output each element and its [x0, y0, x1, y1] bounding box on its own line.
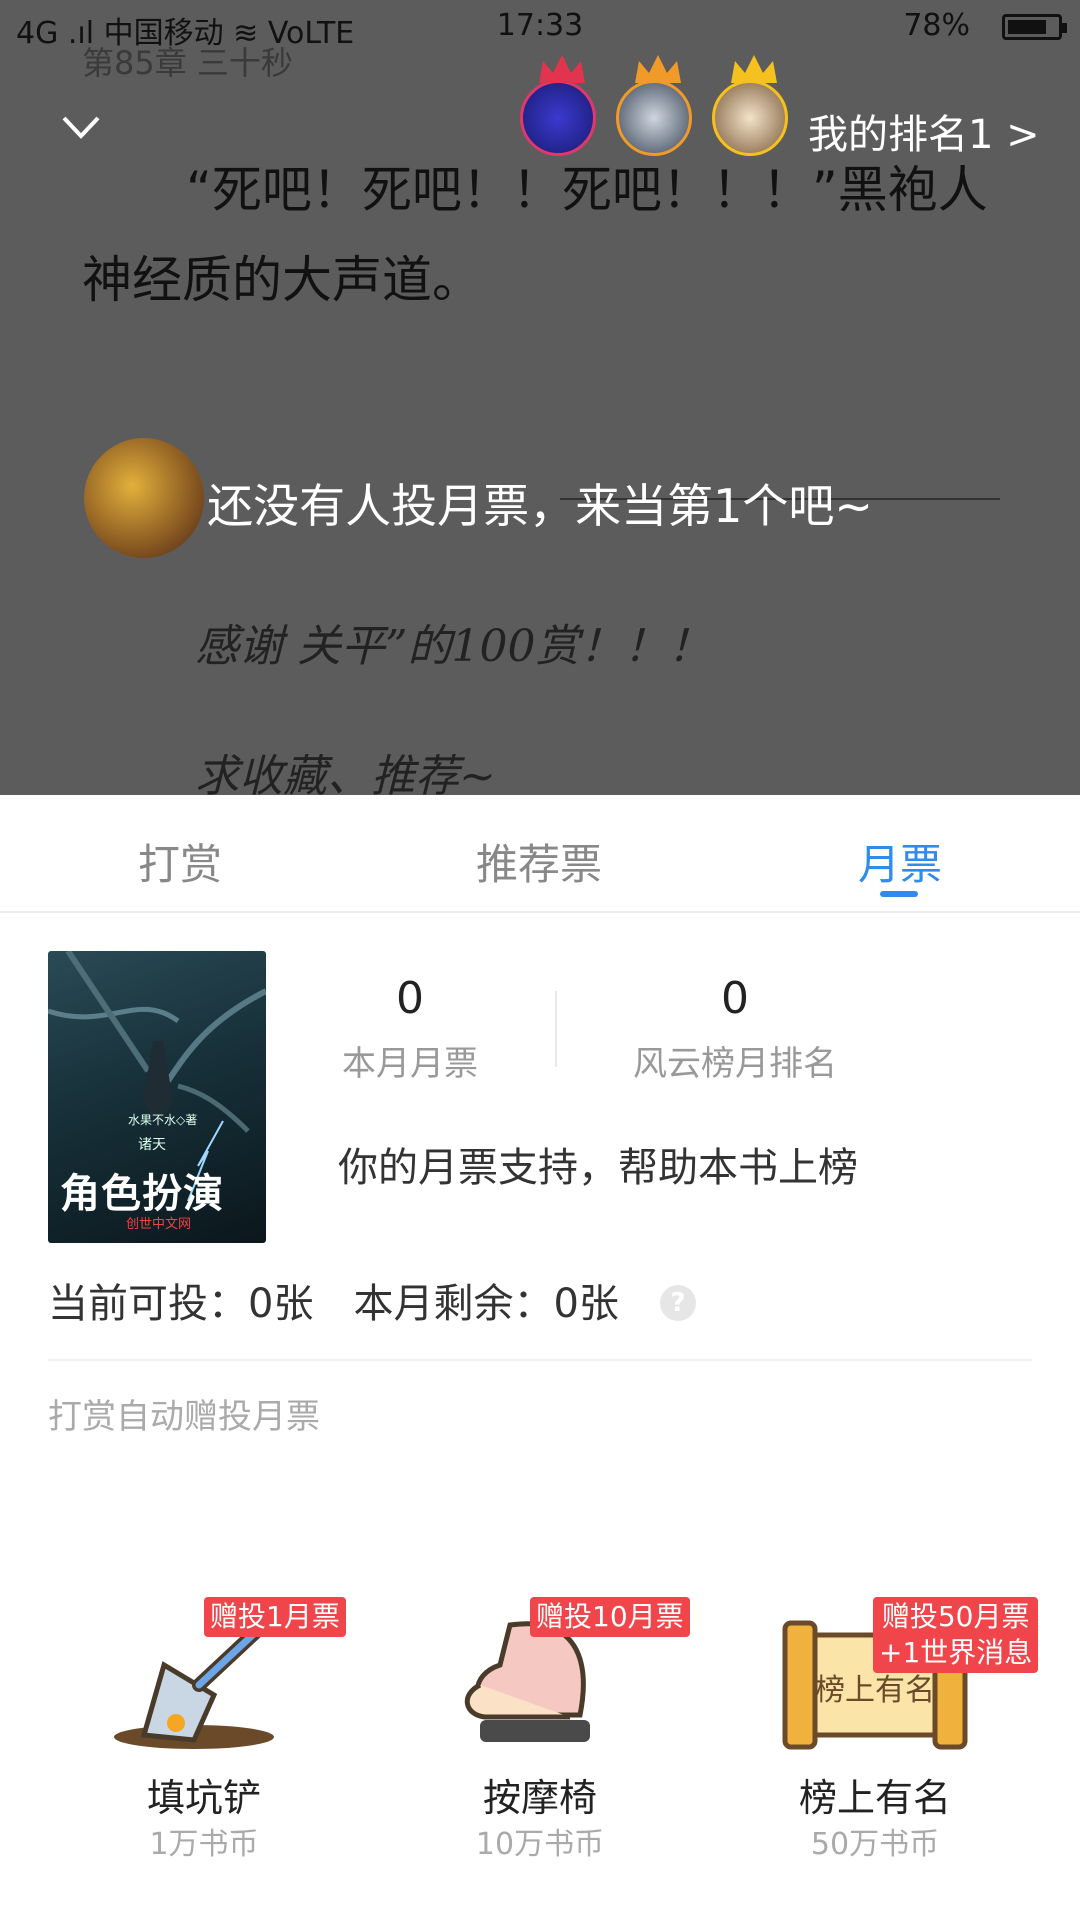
auto-vote-note: 打赏自动赠投月票	[48, 1397, 320, 1437]
cover-series: 诸天	[138, 1137, 166, 1153]
book-cover: 水果不水◇著 诸天 角色扮演 创世中文网	[48, 951, 266, 1243]
gift-badge-line: 赠投50月票	[881, 1600, 1030, 1633]
reader-overlay[interactable]: 4G .ıl 中国移动 ≋ VoLTE 17:33 78% 第85章 三十秒 我…	[0, 0, 1080, 795]
monthly-votes-label: 本月月票	[342, 1044, 478, 1084]
current-votes: 当前可投：0张	[48, 1281, 314, 1327]
gift-shovel[interactable]: 赠投1月票 填坑铲 1万书币	[54, 1585, 354, 1895]
cover-publisher: 创世中文网	[126, 1217, 192, 1232]
gift-price: 10万书币	[475, 1827, 605, 1862]
avatar[interactable]	[520, 55, 596, 156]
scroll-text: 榜上有名	[815, 1673, 935, 1708]
gift-name: 填坑铲	[146, 1776, 261, 1820]
tab-recommend[interactable]: 推荐票	[476, 831, 602, 892]
paragraph-line: “死吧！死吧！！死吧！！！”黑袍人	[186, 161, 988, 219]
rank-value: 0	[721, 973, 749, 1024]
gift-badge: 赠投50月票 +1世界消息	[873, 1597, 1039, 1673]
gift-massage-chair[interactable]: 赠投10月票 按摩椅 10万书币	[390, 1585, 690, 1895]
paragraph-line: 神经质的大声道。	[82, 251, 482, 309]
empty-vote-toast: 还没有人投月票，来当第1个吧~	[207, 479, 873, 533]
tab-monthly[interactable]: 月票	[858, 831, 942, 892]
help-icon[interactable]: ?	[660, 1285, 696, 1321]
gift-price: 1万书币	[149, 1827, 259, 1862]
vote-sheet: 打赏 推荐票 月票 水果不水◇著 诸天 角色扮演 创世中文网 0 本月月票 0 …	[0, 795, 1080, 1920]
avatar[interactable]	[616, 55, 692, 156]
monthly-votes-value: 0	[396, 973, 424, 1024]
battery-percent: 78%	[903, 8, 970, 43]
cover-title: 角色扮演	[60, 1171, 224, 1217]
crown-icon	[635, 55, 681, 83]
monthly-votes-stat: 0 本月月票	[280, 973, 540, 1085]
divider	[48, 1359, 1032, 1361]
crown-icon	[731, 55, 777, 83]
gift-badge: 赠投10月票	[530, 1597, 690, 1637]
stat-divider	[555, 991, 557, 1067]
author-note-line: 感谢 关平”的100赏！！！	[195, 621, 712, 672]
gift-name: 榜上有名	[798, 1776, 951, 1820]
gift-name: 按摩椅	[482, 1776, 597, 1820]
gift-badge-line: +1世界消息	[879, 1636, 1033, 1669]
rank-stat: 0 风云榜月排名	[605, 973, 865, 1085]
remaining-votes: 本月剩余：0张	[353, 1281, 619, 1327]
tab-indicator	[880, 891, 918, 897]
author-note-line: 求收藏、推荐~	[195, 751, 496, 795]
vote-quota: 当前可投：0张 本月剩余：0张	[48, 1271, 659, 1329]
cover-author: 水果不水◇著	[128, 1113, 198, 1127]
chevron-down-icon[interactable]	[58, 104, 104, 150]
tab-tip[interactable]: 打赏	[138, 831, 222, 892]
chapter-title: 第85章 三十秒	[82, 44, 293, 82]
gift-badge: 赠投1月票	[204, 1597, 346, 1637]
gift-price: 50万书币	[810, 1827, 940, 1862]
screen: 4G .ıl 中国移动 ≋ VoLTE 17:33 78% 第85章 三十秒 我…	[0, 0, 1080, 1920]
rank-label: 风云榜月排名	[633, 1044, 837, 1084]
support-text: 你的月票支持，帮助本书上榜	[338, 1145, 858, 1191]
battery-icon	[1002, 14, 1067, 40]
avatar[interactable]	[712, 55, 788, 156]
gift-honor-scroll[interactable]: 榜上有名 赠投50月票 +1世界消息 榜上有名 50万书币	[725, 1585, 1039, 1895]
tab-bar: 打赏 推荐票 月票	[0, 795, 1080, 913]
crown-icon	[539, 55, 585, 83]
